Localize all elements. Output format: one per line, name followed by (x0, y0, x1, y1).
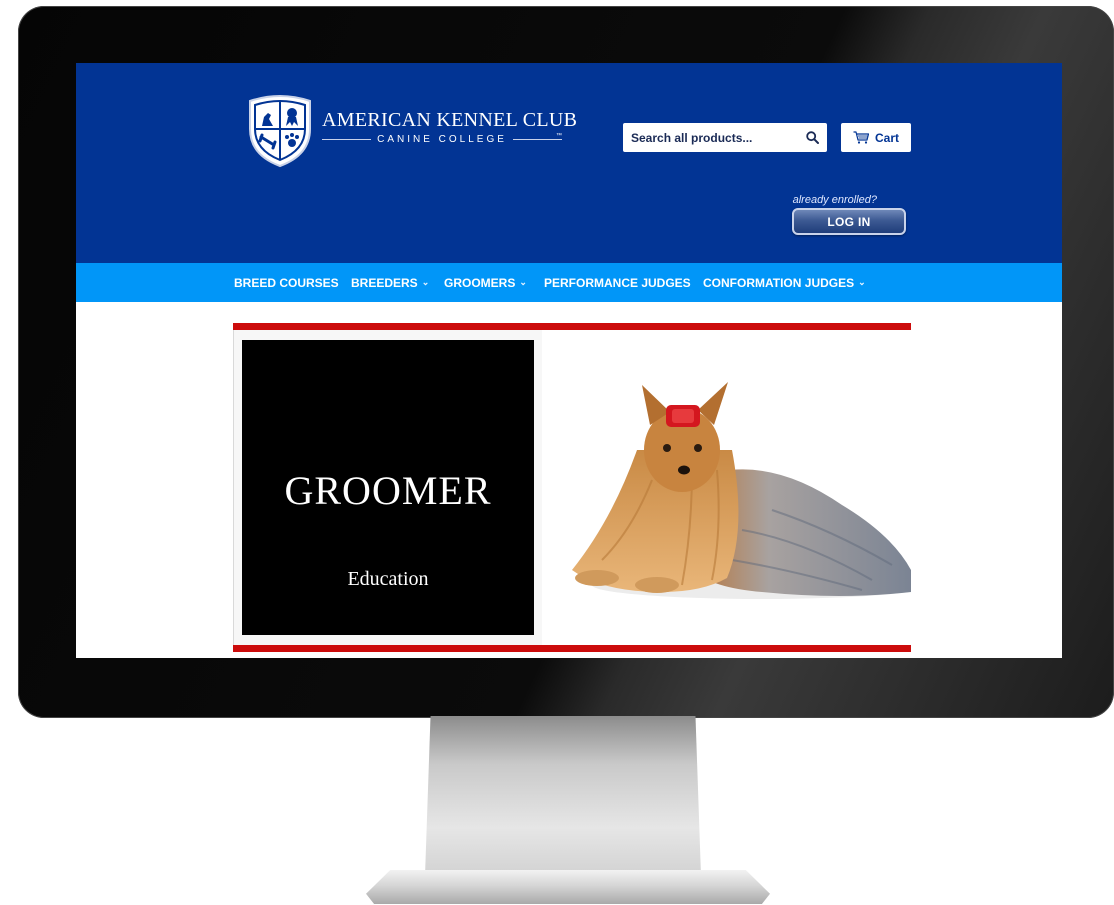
monitor-stand-neck (425, 716, 701, 876)
brand-subtitle: CANINE COLLEGE (377, 134, 507, 145)
nav-item-breed-courses[interactable]: BREED COURSES (234, 263, 339, 302)
nav-item-label: BREED COURSES (234, 275, 339, 290)
monitor-stand-base (366, 870, 770, 904)
brand-title: AMERICAN KENNEL CLUB (322, 109, 578, 131)
brand-subtitle-row: CANINE COLLEGE (322, 134, 562, 145)
nav-item-label: PERFORMANCE JUDGES (544, 275, 691, 290)
trademark-symbol: ™ (556, 133, 562, 139)
brand-rule-right (512, 139, 562, 140)
chevron-down-icon: ⌄ (421, 277, 430, 287)
cart-label: Cart (874, 130, 899, 145)
brand-rule-left (322, 139, 372, 140)
nav-item-label: CONFORMATION JUDGES (703, 275, 855, 290)
cart-icon (853, 131, 869, 144)
search-icon[interactable] (806, 131, 819, 144)
website-screen: AMERICAN KENNEL CLUB CANINE COLLEGE ™ Se… (76, 63, 1062, 658)
cart-button[interactable]: Cart (841, 123, 911, 152)
nav-item-breeders[interactable]: BREEDERS ⌄ (351, 263, 429, 302)
enrolled-prompt: already enrolled? (792, 194, 877, 206)
groomer-promo-panel[interactable]: GROOMER Education (242, 340, 534, 635)
search-input[interactable]: Search all products... (631, 131, 806, 145)
chevron-down-icon: ⌄ (519, 277, 527, 287)
login-button[interactable]: LOG IN (792, 208, 906, 235)
yorkshire-terrier-photo (542, 330, 911, 645)
nav-item-label: GROOMERS (444, 275, 516, 290)
brand-logo[interactable]: AMERICAN KENNEL CLUB CANINE COLLEGE ™ (246, 93, 577, 168)
akc-shield-logo-icon (249, 95, 311, 168)
main-nav: BREED COURSES BREEDERS ⌄ GROOMERS ⌄ PERF… (76, 263, 1062, 302)
banner-subtitle: Education (347, 568, 429, 590)
nav-item-performance-judges[interactable]: PERFORMANCE JUDGES (544, 263, 691, 302)
nav-item-label: BREEDERS (351, 275, 418, 290)
banner-top-rule (233, 323, 911, 330)
site-header: AMERICAN KENNEL CLUB CANINE COLLEGE ™ Se… (76, 63, 1062, 263)
search-bar[interactable]: Search all products... (623, 123, 827, 152)
nav-item-groomers[interactable]: GROOMERS ⌄ (444, 263, 527, 302)
banner-bottom-rule (233, 645, 911, 652)
chevron-down-icon: ⌄ (858, 277, 866, 287)
banner-title: GROOMER (284, 468, 492, 513)
nav-item-conformation-judges[interactable]: CONFORMATION JUDGES ⌄ (703, 263, 866, 302)
